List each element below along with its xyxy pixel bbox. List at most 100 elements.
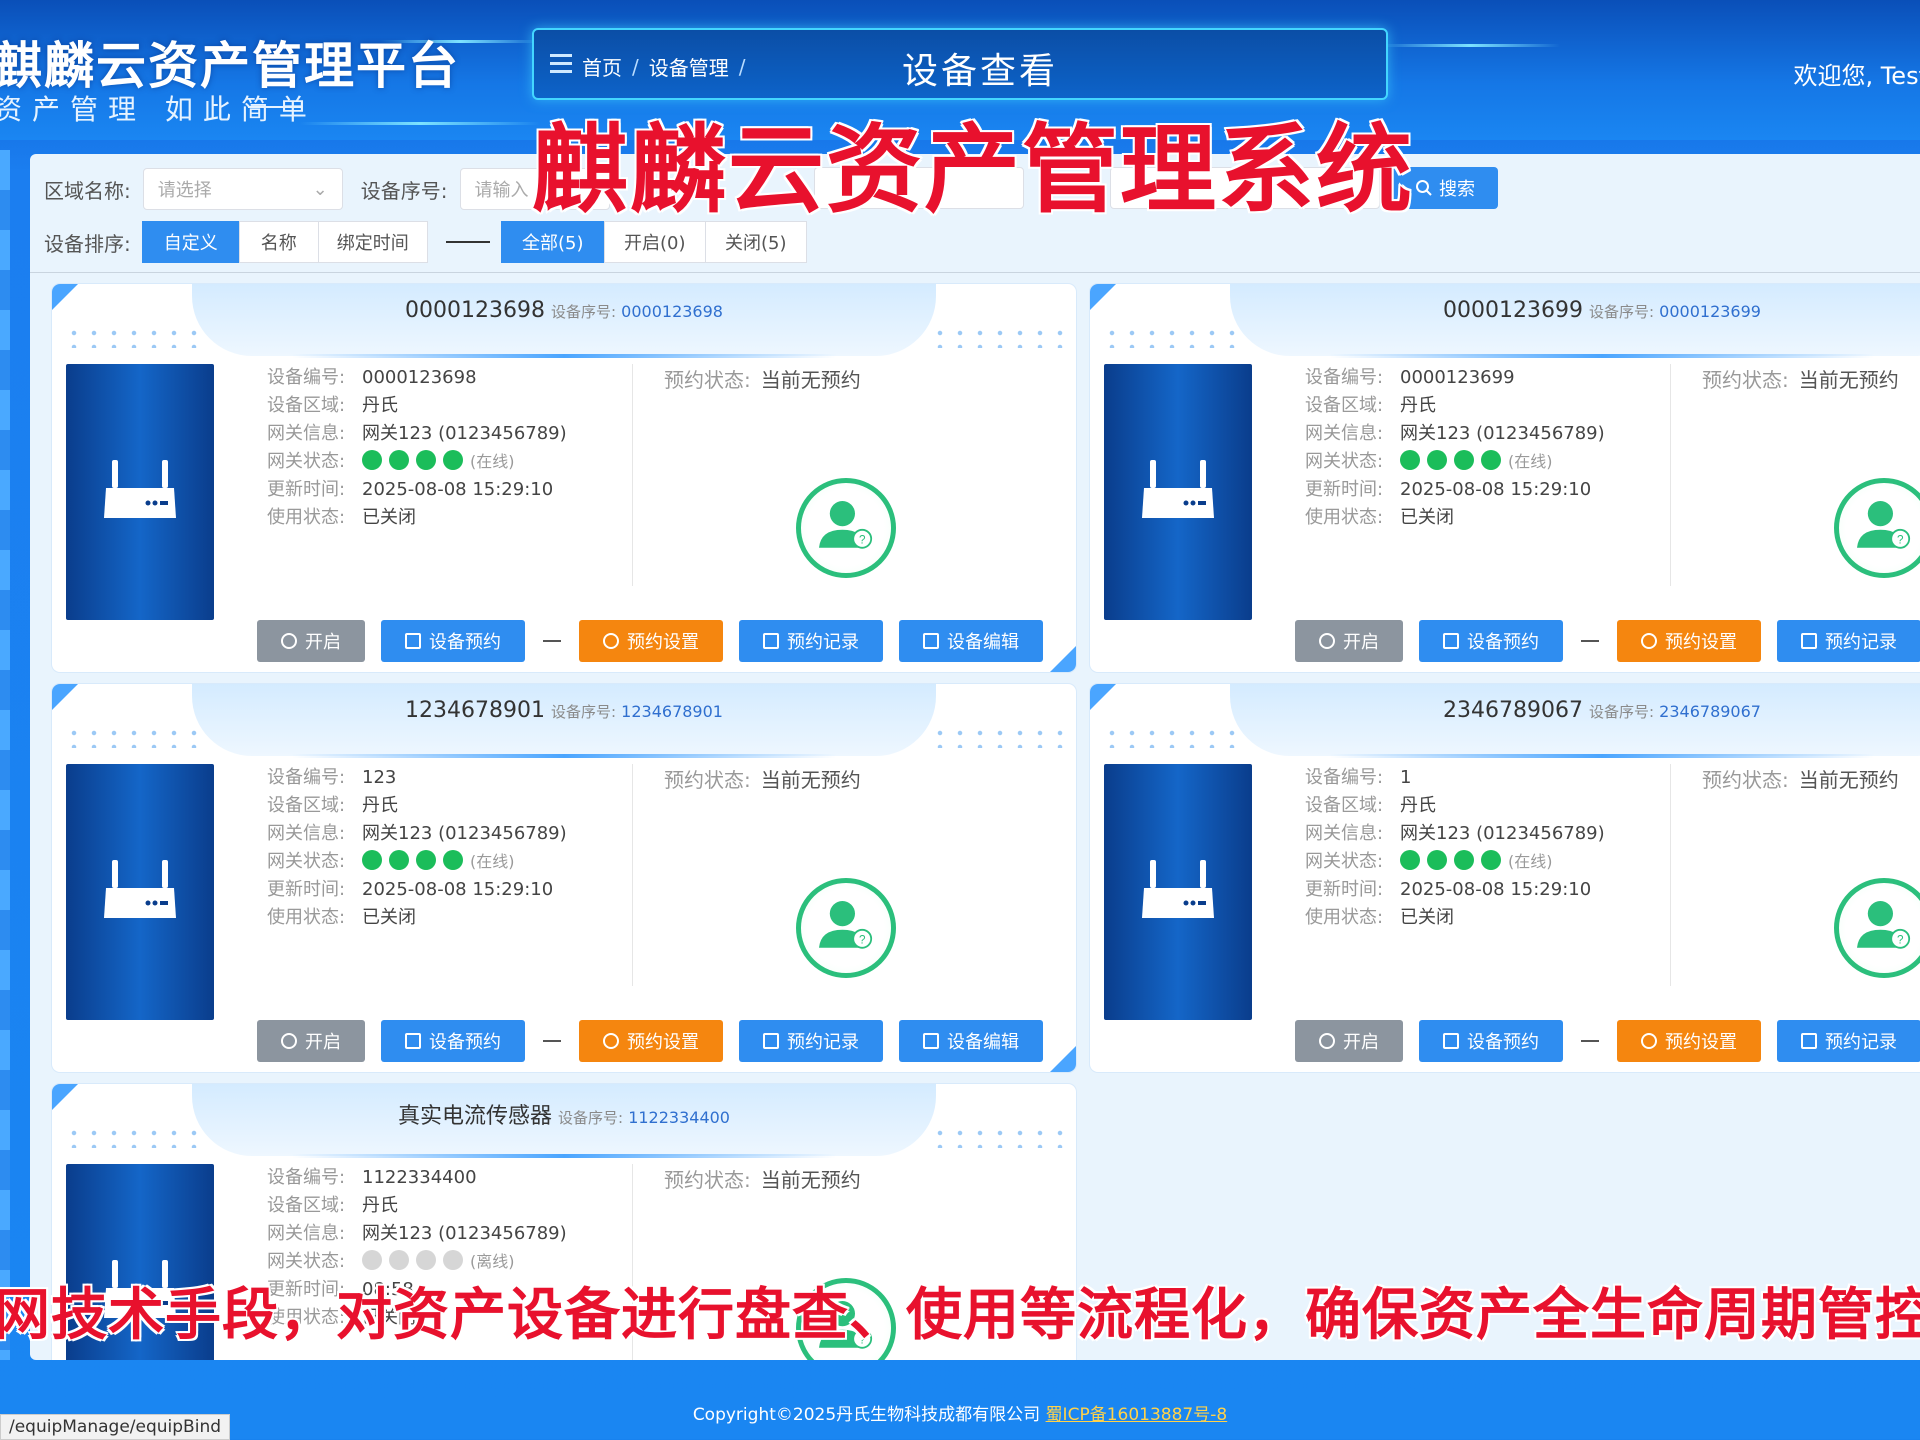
card-header-line [292,354,836,358]
edit-icon [923,1033,939,1049]
device-info: 设备编号: 0000123699 设备区域: 丹氏 网关信息: 网关123 (012345… [1305,364,1605,532]
info-code: 设备编号: 1122334400 [267,1164,567,1192]
gear-icon [1641,633,1657,649]
info-usage: 使用状态: 已关闭 [267,504,567,532]
router-icon [104,860,176,918]
sort-option-custom[interactable]: 自定义 [141,221,240,263]
reservation-status: 预约状态: 当前无预约 [664,1164,861,1193]
reservation-badge[interactable]: ? [1834,478,1920,578]
reservation-key: 预约状态: [1702,768,1789,792]
info-value: 丹氏 [362,1195,398,1216]
device-image [1104,364,1252,620]
card-actions: 开启设备预约预约设置预约记录设备编辑 [1295,1020,1920,1062]
status-dot [1427,450,1447,470]
sort-option-name[interactable]: 名称 [238,221,319,263]
gear-icon [1641,1033,1657,1049]
status-dot [1454,850,1474,870]
left-sidebar-strip [0,150,10,1360]
card-decoration-dots [1102,726,1242,748]
filter-row-top: 区域名称: 请选择 ⌄ 设备序号: 请输入 [44,167,610,211]
welcome-user[interactable]: 欢迎您, Test [1793,56,1920,91]
info-key: 更新时间: [1305,879,1384,900]
info-updated: 更新时间: 2025-08-08 15:29:10 [267,876,567,904]
reservation-badge[interactable]: ? [796,478,896,578]
info-key: 更新时间: [267,879,346,900]
info-gateway-status: 网关状态: (在线) [1305,848,1605,876]
open-button[interactable]: 开启 [1295,620,1403,662]
device-image [1104,764,1252,1020]
status-dot [389,450,409,470]
reservation-key: 预约状态: [664,1168,751,1192]
status-dot [443,450,463,470]
sort-label: 设备排序: [44,231,131,256]
info-key: 设备区域: [267,795,346,816]
info-key: 设备区域: [267,395,346,416]
sort-option-bind-time[interactable]: 绑定时间 [317,221,428,263]
device-seq-value: 0000123698 [621,302,723,321]
card-title: 1234678901 设备序号: 1234678901 [52,698,1076,723]
breadcrumb-device-management[interactable]: 设备管理 [649,52,729,81]
breadcrumb-home[interactable]: 首页 [582,52,622,81]
reserve-records-button[interactable]: 预约记录 [739,1020,883,1062]
chevron-down-icon: ⌄ [312,178,328,200]
sort-segment: 自定义 名称 绑定时间 [141,221,428,263]
reserve-records-label: 预约记录 [787,632,859,653]
status-dot [1481,850,1501,870]
status-dot [362,450,382,470]
reservation-status: 预约状态: 当前无预约 [664,764,861,793]
info-usage: 使用状态: 已关闭 [267,904,567,932]
info-key: 设备区域: [1305,395,1384,416]
card-header-line [1330,754,1874,758]
reserve-settings-button[interactable]: 预约设置 [579,1020,723,1062]
info-key: 网关状态: [1305,451,1384,472]
info-key: 网关状态: [267,851,346,872]
device-seq-value: 1122334400 [628,1108,730,1127]
reserve-settings-label: 预约设置 [1665,1032,1737,1053]
status-dot [389,850,409,870]
reserve-button[interactable]: 设备预约 [1419,620,1563,662]
info-value: (在线) [1400,848,1553,876]
header-decoration [300,122,540,125]
header-decoration [1380,44,1560,47]
segment-divider [445,241,490,243]
reserve-records-button[interactable]: 预约记录 [1777,620,1920,662]
status-dot [362,850,382,870]
info-key: 网关状态: [1305,851,1384,872]
info-key: 网关信息: [1305,423,1384,444]
reservation-badge[interactable]: ? [1834,878,1920,978]
info-area: 设备区域: 丹氏 [1305,792,1605,820]
device-seq-label: 设备序号: [1589,703,1655,721]
power-icon [281,1033,297,1049]
reserve-settings-button[interactable]: 预约设置 [1617,1020,1761,1062]
online-label: (在线) [470,452,515,471]
reserve-settings-button[interactable]: 预约设置 [579,620,723,662]
open-button[interactable]: 开启 [257,620,365,662]
info-value: 已关闭 [362,907,416,928]
status-dot [389,1250,409,1270]
reserve-button[interactable]: 设备预约 [381,620,525,662]
card-decoration-dots [1102,326,1242,348]
info-area: 设备区域: 丹氏 [267,1192,567,1220]
device-image [66,764,214,1020]
open-button[interactable]: 开启 [257,1020,365,1062]
edit-device-button[interactable]: 设备编辑 [899,1020,1043,1062]
reserve-records-label: 预约记录 [1825,1032,1897,1053]
svg-text:?: ? [1897,533,1904,546]
edit-device-button[interactable]: 设备编辑 [899,620,1043,662]
open-button-label: 开启 [305,632,341,653]
menu-toggle-icon[interactable] [550,54,572,74]
reserve-button[interactable]: 设备预约 [1419,1020,1563,1062]
info-value: 网关123 (0123456789) [362,823,567,844]
device-info: 设备编号: 0000123698 设备区域: 丹氏 网关信息: 网关123 (012345… [267,364,567,532]
reserve-button[interactable]: 设备预约 [381,1020,525,1062]
icp-link[interactable]: 蜀ICP备16013887号-8 [1046,1405,1228,1425]
card-decoration-dots [64,326,204,348]
area-select[interactable]: 请选择 ⌄ [142,168,343,210]
open-button[interactable]: 开启 [1295,1020,1403,1062]
reservation-badge[interactable]: ? [796,878,896,978]
search-button-label: 搜索 [1439,179,1475,200]
reserve-settings-button[interactable]: 预约设置 [1617,620,1761,662]
reserve-records-button[interactable]: 预约记录 [739,620,883,662]
card-actions: 开启设备预约预约设置预约记录设备编辑 [1295,620,1920,662]
reserve-records-button[interactable]: 预约记录 [1777,1020,1920,1062]
